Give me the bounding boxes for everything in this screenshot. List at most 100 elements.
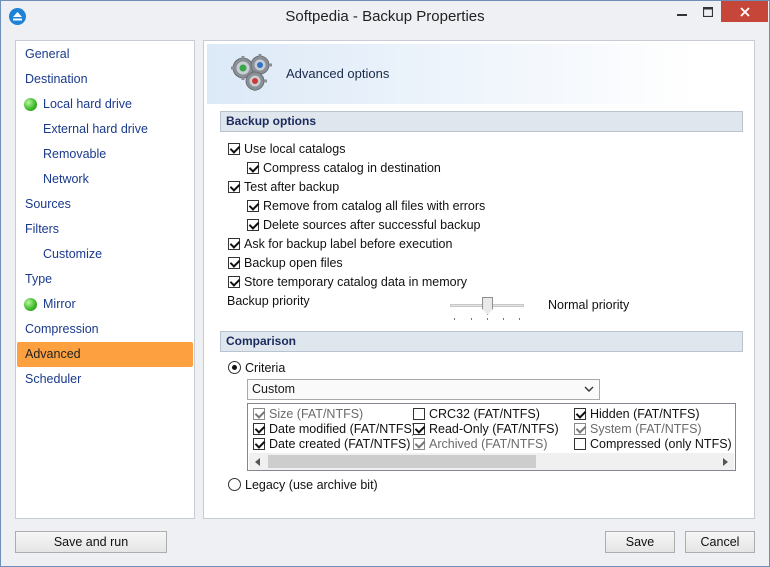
nav-item-label: Destination	[25, 72, 88, 86]
cancel-button[interactable]: Cancel	[685, 531, 755, 553]
scroll-right-icon[interactable]	[717, 453, 734, 470]
settings-nav: General Destination Local hard drive Ext…	[15, 40, 195, 519]
checkbox-label: Size (FAT/NTFS)	[269, 406, 364, 421]
checkbox-label: Store temporary catalog data in memory	[244, 274, 468, 289]
nav-item-label: Customize	[43, 247, 103, 261]
slider-tick	[454, 318, 455, 320]
radio-criteria[interactable]: Criteria	[228, 359, 285, 376]
nav-item-label: Compression	[25, 322, 99, 336]
checkbox-label: Ask for backup label before execution	[244, 236, 453, 251]
scrollbar-thumb[interactable]	[268, 455, 536, 468]
nav-item-label: Network	[43, 172, 89, 186]
checkbox-box[interactable]	[228, 142, 240, 155]
checkbox-box[interactable]	[413, 437, 425, 450]
save-button[interactable]: Save	[605, 531, 675, 553]
checkbox-label: System (FAT/NTFS)	[590, 421, 702, 436]
slider-tick	[487, 318, 488, 320]
radio-legacy[interactable]: Legacy (use archive bit)	[228, 476, 378, 493]
radio-label: Criteria	[245, 360, 286, 375]
gears-icon	[231, 54, 272, 91]
nav-item-label: Type	[25, 272, 53, 286]
nav-item-label: Removable	[43, 147, 107, 161]
checkbox-label: Delete sources after successful backup	[263, 217, 481, 232]
nav-item-label: General	[25, 47, 70, 61]
maximize-icon	[703, 6, 713, 17]
title-bar: Softpedia - Backup Properties	[1, 1, 769, 32]
select-value: Custom	[252, 382, 296, 396]
radio-button[interactable]	[228, 478, 241, 491]
nav-item-network[interactable]: Network	[17, 167, 193, 192]
nav-item-sources[interactable]: Sources	[17, 192, 193, 217]
checkbox-temp-catalog-memory[interactable]: Store temporary catalog data in memory	[228, 273, 467, 290]
checkbox-box[interactable]	[228, 275, 240, 288]
checkbox-box[interactable]	[253, 407, 265, 420]
nav-item-label: Filters	[25, 222, 60, 236]
attr-archived[interactable]: Archived (FAT/NTFS)	[413, 435, 548, 452]
maximize-button[interactable]	[695, 1, 721, 22]
checkbox-compress-catalog[interactable]: Compress catalog in destination	[247, 159, 441, 176]
checkbox-label: Test after backup	[244, 179, 340, 194]
scroll-left-icon[interactable]	[249, 453, 266, 470]
nav-item-destination[interactable]: Destination	[17, 67, 193, 92]
checkbox-label: CRC32 (FAT/NTFS)	[429, 406, 540, 421]
checkbox-box[interactable]	[247, 199, 259, 212]
slider-thumb[interactable]	[482, 297, 493, 315]
nav-item-advanced[interactable]: Advanced	[17, 342, 193, 367]
checkbox-ask-label[interactable]: Ask for backup label before execution	[228, 235, 452, 252]
checkbox-box[interactable]	[247, 161, 259, 174]
nav-item-scheduler[interactable]: Scheduler	[17, 367, 193, 392]
nav-item-filters[interactable]: Filters	[17, 217, 193, 242]
status-dot-icon	[24, 98, 37, 111]
nav-item-label: External hard drive	[43, 122, 148, 136]
priority-value-label: Normal priority	[548, 298, 630, 312]
attr-compressed[interactable]: Compressed (only NTFS)	[574, 435, 732, 452]
save-and-run-button[interactable]: Save and run	[15, 531, 167, 553]
comparison-attributes-list[interactable]: Size (FAT/NTFS) CRC32 (FAT/NTFS) Hidden …	[247, 403, 736, 471]
attr-date-created[interactable]: Date created (FAT/NTFS)	[253, 435, 410, 452]
nav-item-local-hard-drive[interactable]: Local hard drive	[17, 92, 193, 117]
nav-item-label: Scheduler	[25, 372, 82, 386]
nav-item-label: Sources	[25, 197, 71, 211]
checkbox-label: Hidden (FAT/NTFS)	[590, 406, 700, 421]
slider-tick	[519, 318, 520, 320]
nav-item-external-hard-drive[interactable]: External hard drive	[17, 117, 193, 142]
backup-priority-slider[interactable]	[450, 297, 524, 320]
checkbox-delete-sources[interactable]: Delete sources after successful backup	[247, 216, 480, 233]
checkbox-box[interactable]	[413, 407, 425, 420]
checkbox-label: Compress catalog in destination	[263, 160, 441, 175]
checkbox-box[interactable]	[253, 422, 265, 435]
checkbox-box[interactable]	[413, 422, 425, 435]
checkbox-box[interactable]	[228, 237, 240, 250]
checkbox-label: Use local catalogs	[244, 141, 346, 156]
checkbox-label: Read-Only (FAT/NTFS)	[429, 421, 559, 436]
horizontal-scrollbar[interactable]	[249, 453, 734, 470]
close-button[interactable]	[721, 1, 768, 22]
checkbox-remove-errors[interactable]: Remove from catalog all files with error…	[247, 197, 485, 214]
nav-item-mirror[interactable]: Mirror	[17, 292, 193, 317]
nav-item-type[interactable]: Type	[17, 267, 193, 292]
checkbox-box[interactable]	[574, 407, 586, 420]
checkbox-use-local-catalogs[interactable]: Use local catalogs	[228, 140, 345, 157]
nav-item-customize[interactable]: Customize	[17, 242, 193, 267]
checkbox-backup-open-files[interactable]: Backup open files	[228, 254, 343, 271]
nav-item-label: Local hard drive	[43, 97, 132, 111]
checkbox-box[interactable]	[574, 422, 586, 435]
panel-header: Advanced options	[207, 44, 753, 104]
checkbox-label: Compressed (only NTFS)	[590, 436, 732, 451]
criteria-select[interactable]: Custom	[247, 379, 600, 400]
checkbox-box[interactable]	[253, 437, 265, 450]
nav-item-removable[interactable]: Removable	[17, 142, 193, 167]
close-icon	[739, 6, 750, 17]
nav-item-general[interactable]: General	[17, 42, 193, 67]
checkbox-box[interactable]	[228, 256, 240, 269]
checkbox-box[interactable]	[574, 437, 586, 450]
checkbox-box[interactable]	[228, 180, 240, 193]
checkbox-test-after-backup[interactable]: Test after backup	[228, 178, 339, 195]
minimize-button[interactable]	[669, 1, 695, 22]
chevron-down-icon[interactable]	[582, 383, 596, 395]
panel-title: Advanced options	[286, 66, 390, 81]
nav-item-compression[interactable]: Compression	[17, 317, 193, 342]
radio-button[interactable]	[228, 361, 241, 374]
checkbox-label: Date created (FAT/NTFS)	[269, 436, 411, 451]
checkbox-box[interactable]	[247, 218, 259, 231]
